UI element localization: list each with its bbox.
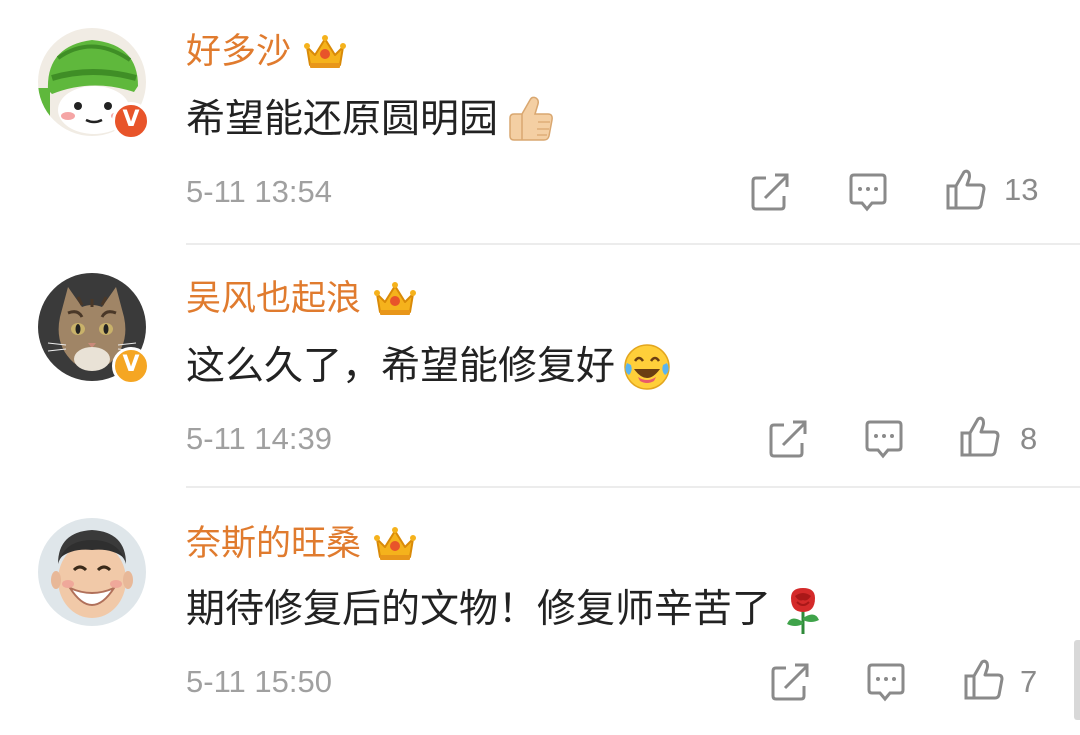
crown-vip-icon xyxy=(374,282,417,315)
comment-text-content: 希望能还原圆明园 xyxy=(186,97,499,142)
avatar[interactable]: V xyxy=(38,273,150,385)
comment-item: 奈斯的旺桑 期待修复后的文物！修复师辛苦了 5-11 15:50 7 xyxy=(0,490,1080,735)
avatar[interactable] xyxy=(38,518,146,626)
comment-item: V 好多沙 希望能还原圆明园 5-11 13:54 13 xyxy=(0,0,1080,245)
username-label: 吴风也起浪 xyxy=(186,279,362,319)
verified-badge: V xyxy=(112,347,150,385)
like-icon[interactable] xyxy=(962,658,1006,702)
username[interactable]: 吴风也起浪 xyxy=(186,277,417,321)
comment-icon[interactable] xyxy=(862,417,906,461)
username-label: 好多沙 xyxy=(186,32,292,72)
comment-text-content: 期待修复后的文物！修复师辛苦了 xyxy=(186,587,772,632)
comment-text: 这么久了，希望能修复好 xyxy=(186,341,673,393)
comment-timestamp: 5-11 14:39 xyxy=(186,421,332,456)
avatar-image xyxy=(38,518,146,626)
username-label: 奈斯的旺桑 xyxy=(186,524,362,564)
thumbs-up-icon xyxy=(509,96,553,141)
divider xyxy=(186,486,1080,488)
verified-badge: V xyxy=(112,102,150,140)
like-icon[interactable] xyxy=(958,415,1002,459)
comment-icon[interactable] xyxy=(864,660,908,704)
username[interactable]: 好多沙 xyxy=(186,30,347,74)
rose-icon xyxy=(787,588,820,634)
repost-icon[interactable] xyxy=(748,170,792,214)
avatar[interactable]: V xyxy=(38,28,150,140)
comment-text-content: 这么久了，希望能修复好 xyxy=(186,344,616,389)
comment-timestamp: 5-11 15:50 xyxy=(186,664,332,699)
comment-text: 期待修复后的文物！修复师辛苦了 xyxy=(186,584,829,636)
username[interactable]: 奈斯的旺桑 xyxy=(186,522,417,566)
like-count: 8 xyxy=(1020,421,1038,456)
laugh-cry-icon xyxy=(624,344,670,390)
comment-timestamp: 5-11 13:54 xyxy=(186,174,332,209)
scroll-edge xyxy=(1074,640,1080,720)
crown-vip-icon xyxy=(374,527,417,560)
comment-icon[interactable] xyxy=(846,170,890,214)
like-icon[interactable] xyxy=(944,168,988,212)
comment-item: V 吴风也起浪 这么久了，希望能修复好 5-11 14:39 8 xyxy=(0,245,1080,490)
like-count: 7 xyxy=(1020,664,1038,699)
crown-vip-icon xyxy=(304,35,347,68)
repost-icon[interactable] xyxy=(766,417,810,461)
comment-text: 希望能还原圆明园 xyxy=(186,94,556,146)
like-count: 13 xyxy=(1004,172,1039,207)
repost-icon[interactable] xyxy=(768,660,812,704)
